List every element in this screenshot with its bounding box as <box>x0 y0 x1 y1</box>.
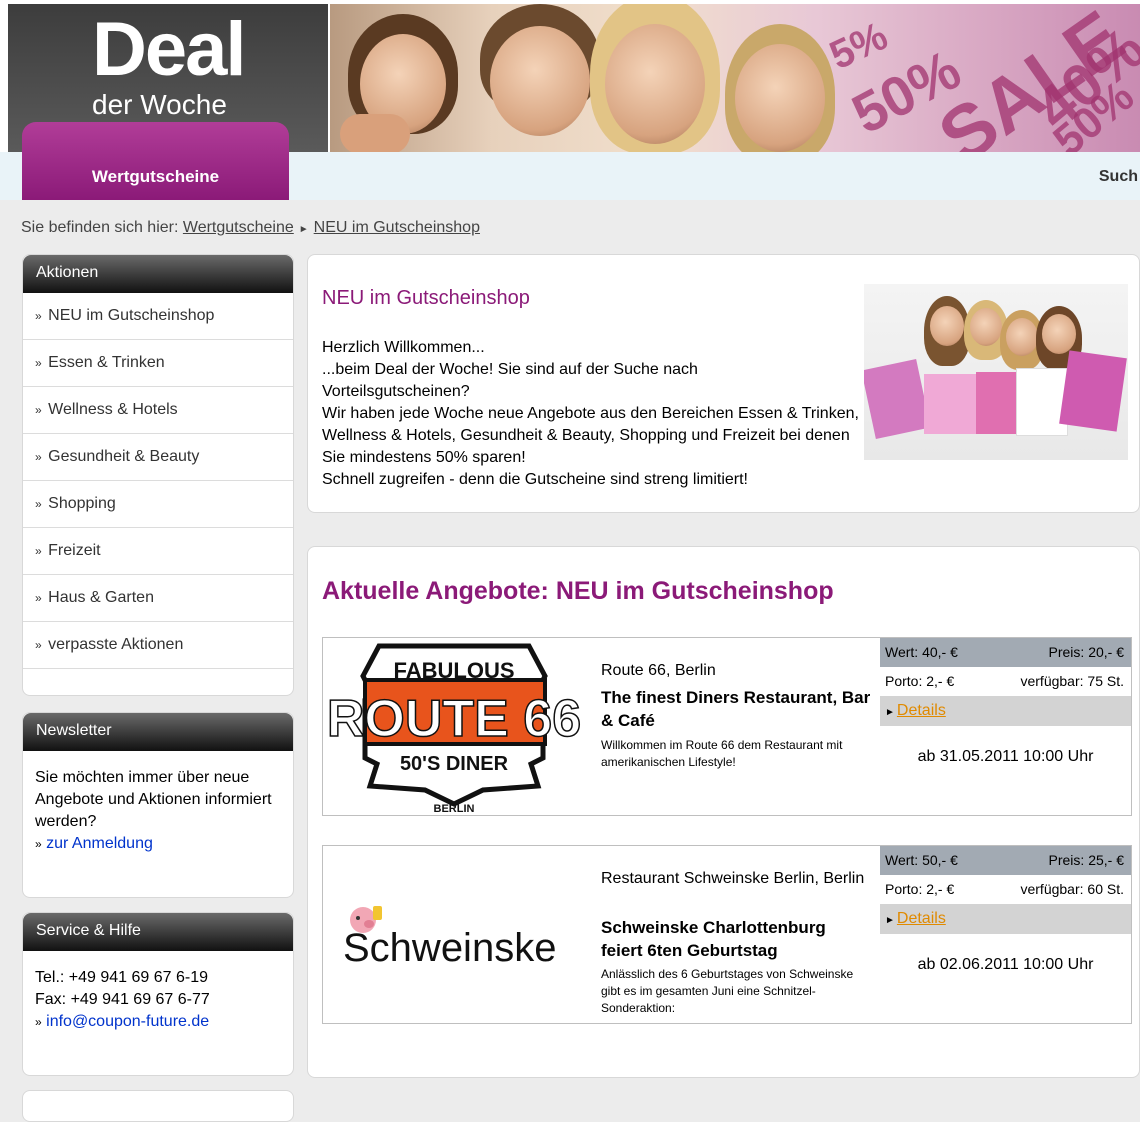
raquo-icon: » <box>35 591 42 605</box>
offer-porto: Porto: 2,- € <box>885 881 955 897</box>
nav-search-label[interactable]: Such <box>1099 168 1138 186</box>
triangle-right-icon: ► <box>885 707 895 718</box>
raquo-icon: » <box>35 638 42 652</box>
offer-location: Restaurant Schweinske Berlin, Berlin <box>601 870 865 887</box>
sidebar-item-verpasste[interactable]: » verpasste Aktionen <box>23 622 293 669</box>
route66-logo-main: ROUTE 66 <box>327 690 581 748</box>
logo-text-der-woche: der Woche <box>92 89 227 120</box>
offer-description: Willkommen im Route 66 dem Restaurant mi… <box>601 738 843 769</box>
raquo-icon: » <box>35 1015 42 1029</box>
offer-info-box: Wert: 40,- € Preis: 20,- € Porto: 2,- € ve… <box>880 638 1131 815</box>
raquo-icon: » <box>35 544 42 558</box>
sidebar-item-label: Freizeit <box>48 542 101 559</box>
offer-info-box: Wert: 50,- € Preis: 25,- € Porto: 2,- € ve… <box>880 846 1131 1023</box>
shopping-women-image <box>864 284 1128 460</box>
sidebar-item-essen[interactable]: » Essen & Trinken <box>23 340 293 387</box>
offer-date: ab 02.06.2011 10:00 Uhr <box>917 956 1094 973</box>
offers-title: Aktuelle Angebote: NEU im Gutscheinshop <box>322 577 834 605</box>
offer-card[interactable]: FABULOUS ROUTE 66 50'S DINER BERLIN Rout… <box>322 637 1132 816</box>
offer-preis: Preis: 25,- € <box>1048 852 1124 868</box>
service-tel: Tel.: +49 941 69 67 6-19 <box>35 969 209 986</box>
offer-title[interactable]: Schweinske Charlottenburg feiert 6ten Ge… <box>601 916 871 962</box>
raquo-icon: » <box>35 309 42 323</box>
sidebar-item-haus-garten[interactable]: » Haus & Garten <box>23 575 293 622</box>
breadcrumb-prefix: Sie befinden sich hier: <box>21 219 179 236</box>
route66-logo[interactable]: FABULOUS ROUTE 66 50'S DINER BERLIN <box>323 638 585 815</box>
service-fax: Fax: +49 941 69 67 6-77 <box>35 991 210 1008</box>
sidebar-service-title: Service & Hilfe <box>23 913 293 951</box>
nav-tab-wertgutscheine[interactable]: Wertgutscheine <box>22 122 289 200</box>
intro-text: Herzlich Willkommen... ...beim Deal der … <box>322 337 867 491</box>
offer-location: Route 66, Berlin <box>601 662 716 679</box>
newsletter-text: Sie möchten immer über neue Angebote und… <box>35 769 272 830</box>
intro-line: Schnell zugreifen - denn die Gutscheine … <box>322 471 748 488</box>
sidebar-item-gesundheit[interactable]: » Gesundheit & Beauty <box>23 434 293 481</box>
route66-logo-sub: 50'S DINER <box>400 753 509 775</box>
offer-verfuegbar: verfügbar: 75 St. <box>1020 673 1124 689</box>
raquo-icon: » <box>35 450 42 464</box>
sidebar-item-shopping[interactable]: » Shopping <box>23 481 293 528</box>
raquo-icon: » <box>35 837 42 851</box>
sidebar-item-label: verpasste Aktionen <box>48 636 184 653</box>
sidebar-item-wellness[interactable]: » Wellness & Hotels <box>23 387 293 434</box>
nav-tab-label: Wertgutscheine <box>91 167 220 186</box>
intro-line: ...beim Deal der Woche! Sie sind auf der… <box>322 361 698 400</box>
logo-text-deal: Deal <box>92 7 247 92</box>
offer-verfuegbar: verfügbar: 60 St. <box>1020 881 1124 897</box>
route66-logo-city: BERLIN <box>434 803 475 815</box>
offer-preis: Preis: 20,- € <box>1048 644 1124 660</box>
offer-card[interactable]: Schweinske Restaurant Schweinske Berlin,… <box>322 845 1132 1024</box>
intro-panel: NEU im Gutscheinshop Herzlich Willkommen… <box>307 254 1140 513</box>
raquo-icon: » <box>35 497 42 511</box>
sidebar-box-partial <box>22 1090 294 1122</box>
raquo-icon: » <box>35 356 42 370</box>
sidebar-item-neu[interactable]: » NEU im Gutscheinshop <box>23 293 293 340</box>
route66-logo-top: FABULOUS <box>394 658 515 683</box>
service-email-link[interactable]: info@coupon-future.de <box>46 1013 209 1030</box>
sidebar-service: Service & Hilfe Tel.: +49 941 69 67 6-19… <box>22 912 294 1076</box>
offer-details-link[interactable]: Details <box>897 910 946 927</box>
offer-title[interactable]: The finest Diners Restaurant, Bar & Café <box>601 686 871 732</box>
breadcrumb-link-neu[interactable]: NEU im Gutscheinshop <box>314 219 480 236</box>
sidebar-item-label: NEU im Gutscheinshop <box>48 307 215 324</box>
offer-date: ab 31.05.2011 10:00 Uhr <box>917 748 1094 765</box>
schweinske-logo[interactable]: Schweinske <box>323 846 585 1023</box>
hero-banner-image: 5% 50% SALE 40% 50% <box>330 4 1140 152</box>
intro-line: Herzlich Willkommen... <box>322 339 485 356</box>
intro-line: Wir haben jede Woche neue Angebote aus d… <box>322 405 859 466</box>
breadcrumb-link-wertgutscheine[interactable]: Wertgutscheine <box>183 219 294 236</box>
sidebar-aktionen-title: Aktionen <box>23 255 293 293</box>
sidebar-newsletter: Newsletter Sie möchten immer über neue A… <box>22 712 294 898</box>
schweinske-logo-text: Schweinske <box>343 926 556 970</box>
intro-title: NEU im Gutscheinshop <box>322 287 530 309</box>
offers-panel: Aktuelle Angebote: NEU im Gutscheinshop … <box>307 546 1140 1078</box>
offer-description: Anlässlich des 6 Geburtstages von Schwei… <box>601 967 854 1015</box>
sidebar-aktionen: Aktionen » NEU im Gutscheinshop » Essen … <box>22 254 294 696</box>
sidebar-item-label: Essen & Trinken <box>48 354 165 371</box>
sidebar-item-label: Wellness & Hotels <box>48 401 178 418</box>
offer-details-link[interactable]: Details <box>897 702 946 719</box>
offer-wert: Wert: 40,- € <box>885 644 958 660</box>
sidebar-item-label: Gesundheit & Beauty <box>48 448 200 465</box>
breadcrumb: Sie befinden sich hier: Wertgutscheine ► N… <box>21 219 480 237</box>
triangle-right-icon: ► <box>885 915 895 926</box>
sidebar-item-label: Shopping <box>48 495 116 512</box>
offer-wert: Wert: 50,- € <box>885 852 958 868</box>
raquo-icon: » <box>35 403 42 417</box>
sidebar-item-freizeit[interactable]: » Freizeit <box>23 528 293 575</box>
sidebar-newsletter-title: Newsletter <box>23 713 293 751</box>
breadcrumb-arrow-icon: ► <box>298 224 309 235</box>
newsletter-signup-link[interactable]: zur Anmeldung <box>46 835 153 852</box>
sidebar-item-label: Haus & Garten <box>48 589 154 606</box>
offer-porto: Porto: 2,- € <box>885 673 955 689</box>
